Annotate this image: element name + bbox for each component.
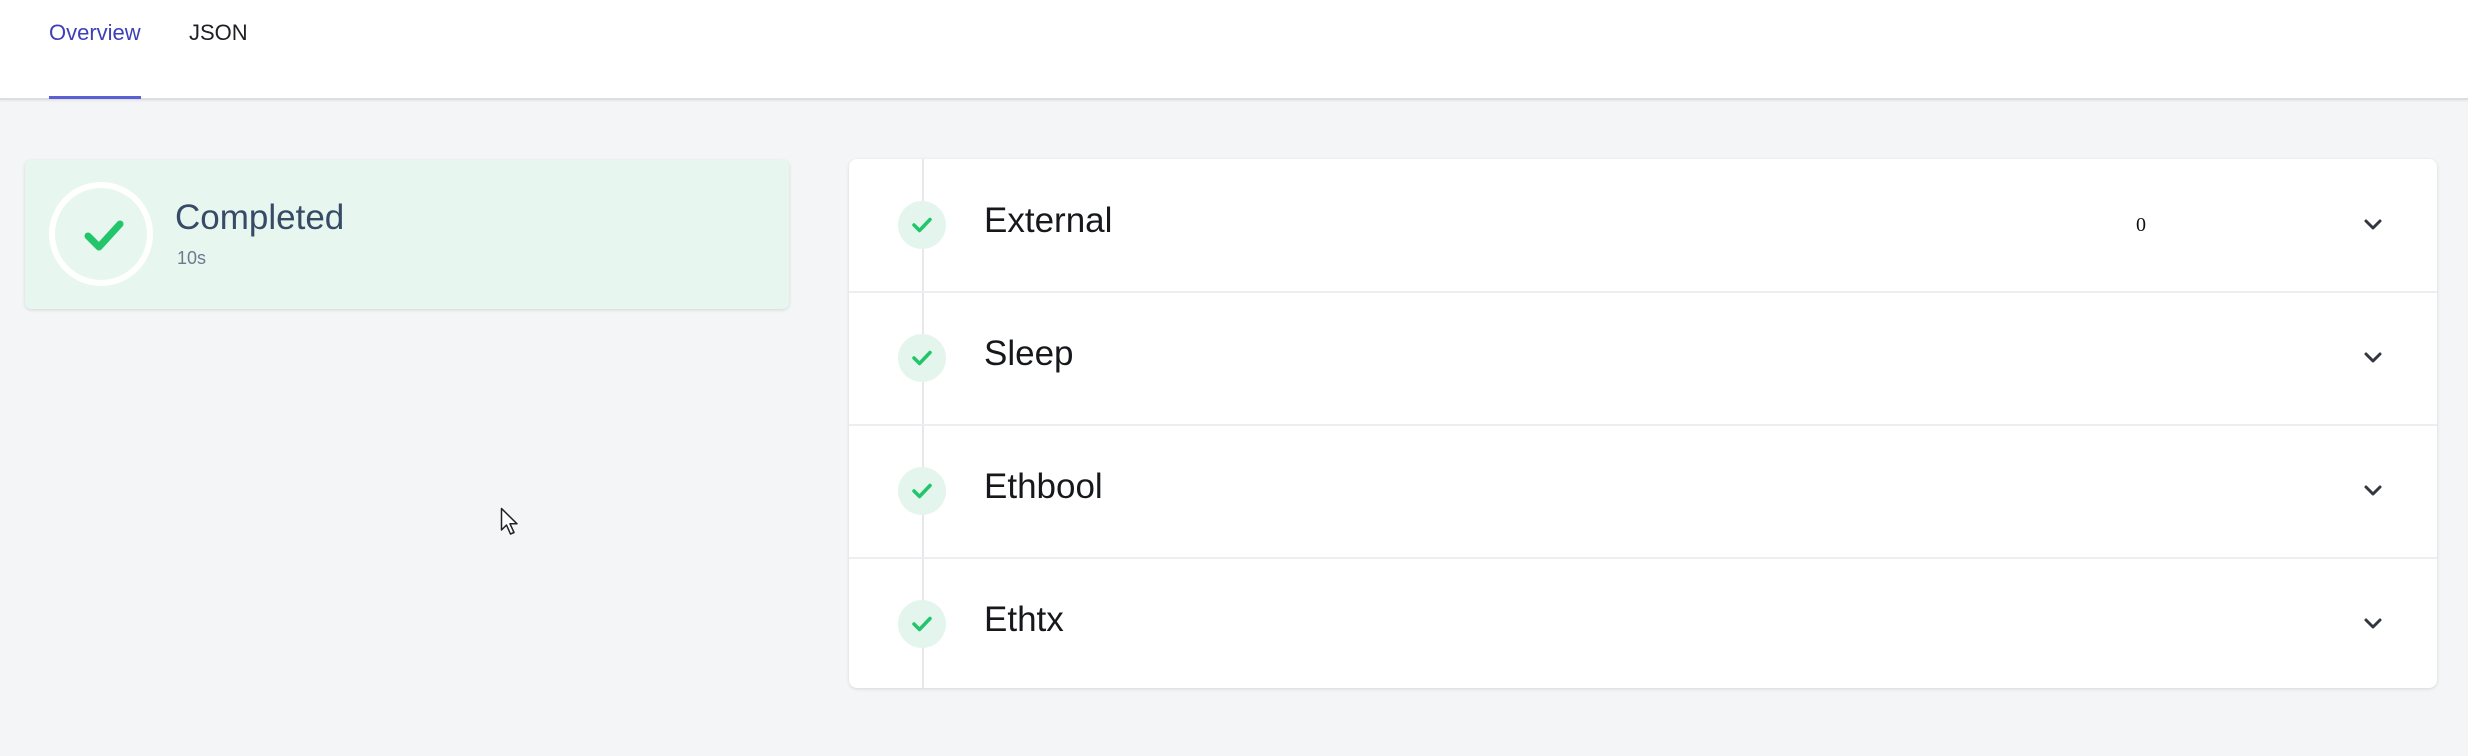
check-icon: [912, 350, 932, 366]
step-status-badge: [898, 467, 946, 515]
run-status-card: Completed 10s: [25, 160, 789, 309]
step-name: Sleep: [984, 334, 1074, 373]
status-duration: 10s: [177, 248, 207, 268]
step-status-badge: [898, 201, 946, 249]
chevron-down-icon[interactable]: [2359, 211, 2387, 239]
status-title: Completed: [175, 198, 345, 237]
step-status-badge: [898, 334, 946, 382]
step-row-external[interactable]: External 0: [849, 159, 2437, 293]
steps-list: External 0 Sleep Ethbool Ethtx: [849, 159, 2437, 688]
step-name: External: [984, 201, 1113, 240]
tab-json[interactable]: JSON: [189, 0, 248, 98]
step-name: Ethbool: [984, 467, 1103, 506]
active-tab-indicator: [49, 96, 141, 99]
step-row-ethbool[interactable]: Ethbool: [849, 425, 2437, 559]
chevron-down-icon[interactable]: [2359, 344, 2387, 372]
tab-bar: Overview JSON: [0, 0, 2468, 100]
check-icon: [912, 217, 932, 233]
chevron-down-icon[interactable]: [2359, 610, 2387, 638]
mouse-pointer-icon: [500, 507, 518, 535]
step-row-sleep[interactable]: Sleep: [849, 292, 2437, 426]
step-name: Ethtx: [984, 600, 1064, 639]
tab-overview[interactable]: Overview: [49, 0, 141, 98]
chevron-down-icon[interactable]: [2359, 477, 2387, 505]
step-status-badge: [898, 600, 946, 648]
check-icon: [912, 483, 932, 499]
check-icon: [912, 616, 932, 632]
check-icon: [84, 220, 124, 251]
step-row-ethtx[interactable]: Ethtx: [849, 558, 2437, 688]
step-value: 0: [2136, 214, 2146, 236]
status-ring: [49, 182, 153, 286]
